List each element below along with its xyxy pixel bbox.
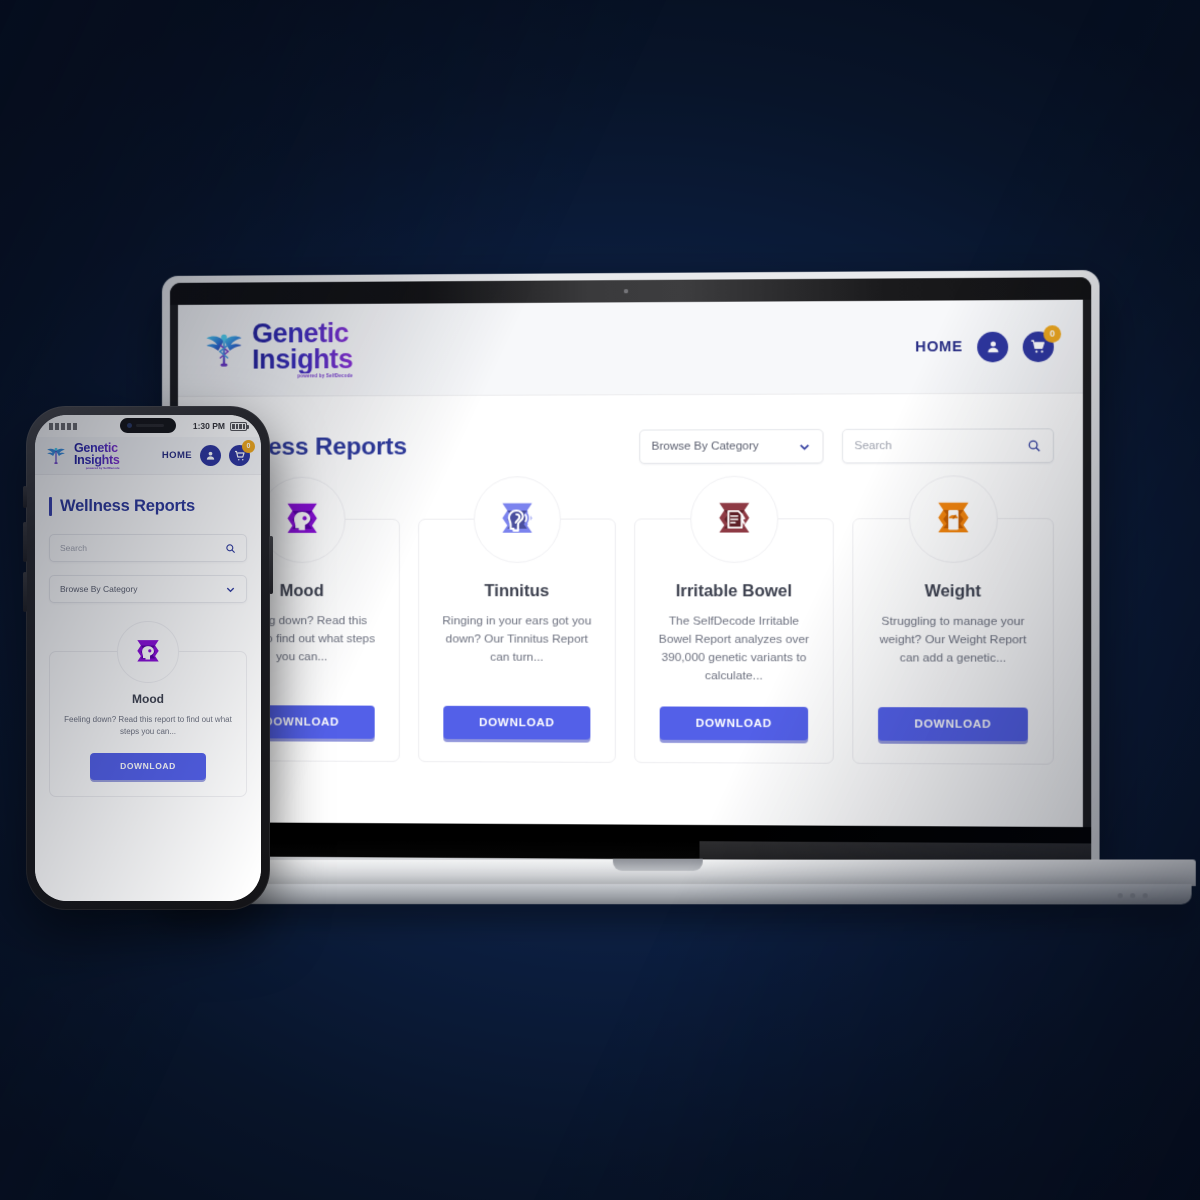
phone-site-main: Wellness Reports Search Browse By Catego… (35, 475, 261, 901)
cart-icon (1030, 338, 1047, 353)
chevron-down-icon (226, 587, 235, 592)
download-button[interactable]: DOWNLOAD (659, 706, 809, 741)
report-card-description: The SelfDecode Irritable Bowel Report an… (658, 613, 810, 683)
header-nav: HOME 0 (915, 324, 1062, 362)
chevron-down-icon (798, 440, 811, 453)
toolbar-controls: Browse By Category Search (639, 428, 1054, 464)
title-accent-bar (49, 497, 52, 516)
nav-home-link[interactable]: HOME (162, 450, 192, 461)
phone-status-bar: 1:30 PM (35, 415, 261, 437)
brand-line-2: Insights (74, 453, 120, 468)
laptop-bezel: Genetic Insights powered by SelfDecode H… (169, 277, 1092, 862)
laptop-base-notch (612, 858, 703, 871)
search-input[interactable]: Search (842, 428, 1054, 464)
report-card-description: Ringing in your ears got you down? Our T… (442, 613, 592, 664)
cart-count-badge: 0 (1043, 324, 1062, 343)
laptop-chin (169, 822, 1092, 862)
laptop-mockup: Genetic Insights powered by SelfDecode H… (154, 270, 1196, 906)
search-placeholder: Search (854, 439, 892, 453)
laptop-base-front (157, 884, 1192, 905)
site-main: Wellness Reports Browse By Category Sear… (178, 394, 1083, 828)
phone-site-header: Genetic Insights powered by SelfDecode H… (35, 437, 261, 475)
download-button[interactable]: DOWNLOAD (443, 705, 591, 740)
category-select-value: Browse By Category (60, 584, 138, 594)
brand-line-2: Insights (252, 343, 353, 375)
brand-wordmark: Genetic Insights powered by SelfDecode (252, 318, 353, 379)
phone-mockup: 1:30 PM Genetic Insights powered by Self… (23, 406, 273, 910)
report-card-description: Feeling down? Read this report to find o… (64, 715, 232, 737)
report-card[interactable]: Mood Feeling down? Read this report to f… (49, 621, 247, 797)
phone-page-title-row: Wellness Reports (49, 497, 247, 516)
nav-home-link[interactable]: HOME (915, 339, 962, 355)
search-icon (226, 543, 236, 553)
tinnitus-report-icon (501, 503, 543, 533)
report-card-title: Mood (132, 692, 164, 706)
account-button[interactable] (200, 445, 221, 466)
mood-report-icon (137, 640, 159, 662)
mockup-scene: Genetic Insights powered by SelfDecode H… (0, 0, 1200, 1200)
report-card[interactable]: Weight Struggling to manage your weight?… (852, 475, 1054, 765)
site-logo[interactable]: Genetic Insights powered by SelfDecode (204, 318, 353, 379)
signal-dots-icon (49, 422, 77, 430)
cart-button[interactable]: 0 (1022, 324, 1062, 362)
user-icon (987, 341, 998, 353)
island-speaker (136, 424, 164, 427)
report-card-title: Weight (924, 582, 982, 601)
mood-report-icon (287, 503, 317, 533)
report-card-title: Tinnitus (484, 582, 550, 601)
report-card-list: Mood Feeling down? Read this report to f… (203, 475, 1054, 785)
brand-tagline: powered by SelfDecode (297, 372, 353, 379)
status-right: 1:30 PM (192, 421, 249, 431)
search-input[interactable]: Search (49, 534, 247, 562)
cart-button[interactable]: 0 (229, 440, 255, 466)
laptop-screen: Genetic Insights powered by SelfDecode H… (177, 299, 1083, 828)
laptop-base-ports (1117, 893, 1148, 899)
dynamic-island (120, 418, 176, 433)
report-card[interactable]: Tinnitus Ringing in your ears got you do… (418, 476, 616, 763)
webcam-icon (623, 289, 629, 294)
cart-count-badge: 0 (242, 440, 255, 453)
phone-screen: 1:30 PM Genetic Insights powered by Self… (35, 415, 261, 901)
phone-site-logo[interactable]: Genetic Insights powered by SelfDecode (46, 442, 120, 470)
report-card-description: Struggling to manage your weight? Our We… (879, 613, 1027, 665)
site-header: Genetic Insights powered by SelfDecode H… (177, 299, 1083, 397)
laptop-lid: Genetic Insights powered by SelfDecode H… (162, 270, 1100, 868)
category-select[interactable]: Browse By Category (639, 429, 824, 464)
weight-report-icon (937, 502, 968, 533)
phone-power-button (269, 536, 273, 594)
account-button[interactable] (977, 331, 1009, 362)
category-select-value: Browse By Category (651, 440, 759, 453)
report-icon-badge (689, 475, 778, 563)
download-button[interactable]: DOWNLOAD (878, 707, 1028, 742)
report-card-title: Mood (279, 582, 324, 601)
category-select[interactable]: Browse By Category (49, 575, 247, 603)
phone-volume-up-button (23, 522, 27, 562)
report-card-title: Irritable Bowel (675, 582, 793, 601)
report-icon-badge (473, 476, 561, 563)
page-title: Wellness Reports (60, 497, 195, 515)
laptop-base-top (154, 858, 1196, 887)
report-icon-badge (908, 475, 998, 563)
website-viewport: Genetic Insights powered by SelfDecode H… (177, 299, 1083, 828)
phone-mute-switch (23, 486, 27, 508)
download-button[interactable]: DOWNLOAD (90, 752, 206, 780)
report-card[interactable]: Irritable Bowel The SelfDecode Irritable… (634, 475, 834, 764)
front-camera-icon (127, 423, 132, 428)
phone-header-nav: HOME 0 (162, 440, 255, 466)
laptop-base (154, 858, 1196, 906)
irritable-bowel-report-icon (718, 502, 749, 533)
status-time: 1:30 PM (192, 421, 225, 431)
page-toolbar: Wellness Reports Browse By Category Sear… (204, 428, 1054, 465)
battery-icon (230, 421, 249, 431)
user-icon (206, 451, 215, 460)
phone-brand-wordmark: Genetic Insights powered by SelfDecode (74, 442, 120, 470)
report-icon-badge (117, 621, 179, 683)
phone-volume-down-button (23, 572, 27, 612)
search-icon (1027, 439, 1042, 453)
search-placeholder: Search (60, 543, 87, 553)
caduceus-logo-icon (47, 447, 65, 464)
caduceus-logo-icon (206, 333, 242, 366)
